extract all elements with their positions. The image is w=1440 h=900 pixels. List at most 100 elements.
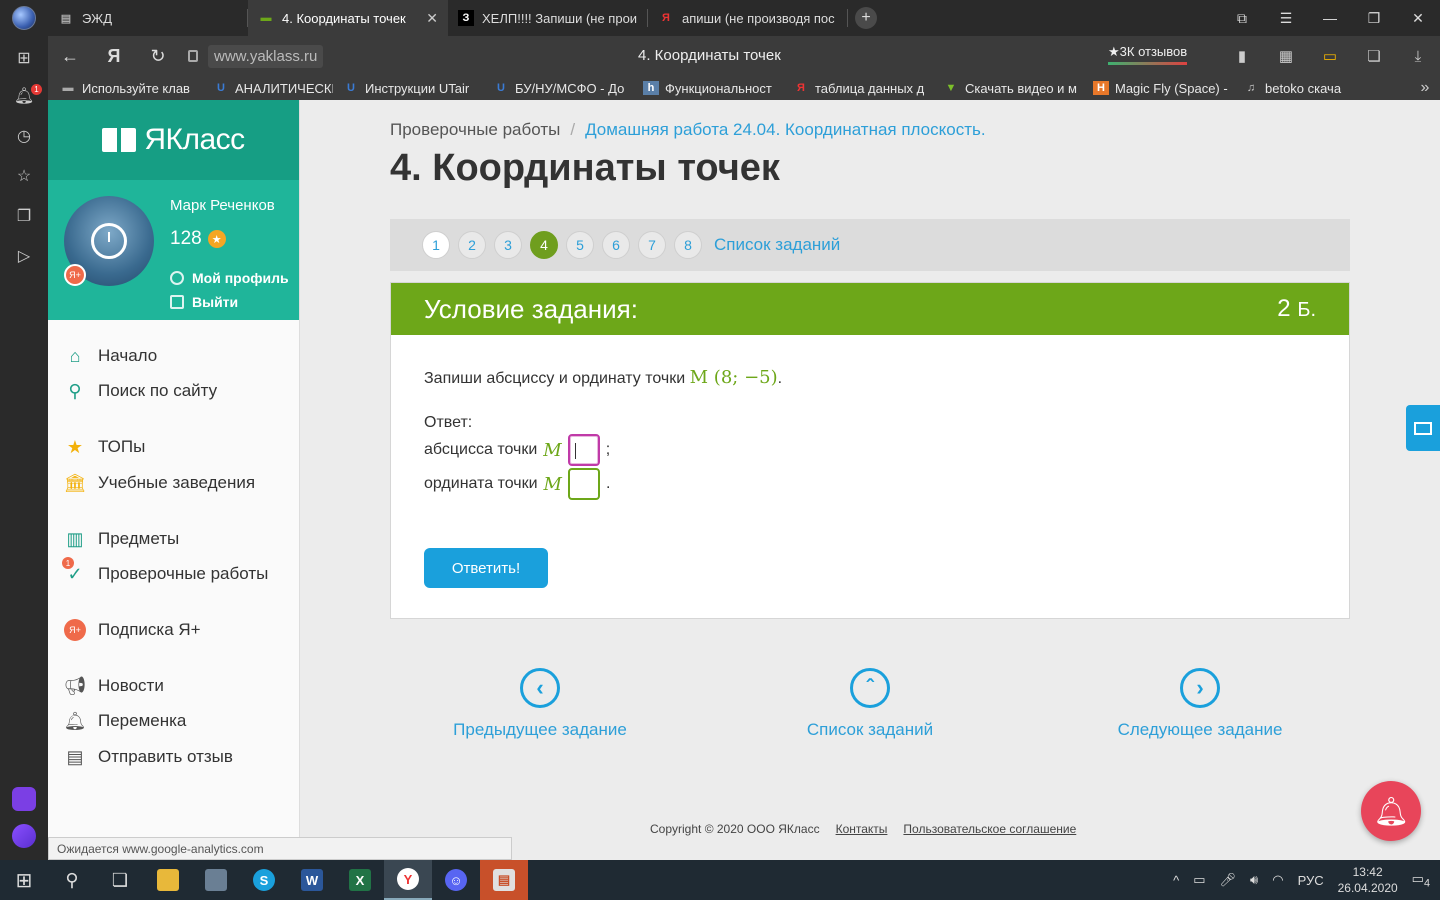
apps-grid-icon[interactable]: ⊞	[12, 46, 36, 70]
bookmark-item[interactable]: ▬ Используйте клав	[60, 81, 203, 96]
menu-item-subscription[interactable]: Я+ Подписка Я+	[64, 619, 201, 641]
menu-item-news[interactable]: 📢︎ Новости	[64, 675, 164, 697]
network-icon[interactable]: ◠	[1272, 872, 1283, 888]
collections-icon[interactable]: ❏	[1352, 36, 1396, 76]
discord-icon[interactable]: ☺	[432, 860, 480, 900]
battery-icon[interactable]: ▭	[1193, 872, 1205, 888]
windows-start-icon[interactable]: ⊞	[0, 860, 48, 900]
bookmark-item[interactable]: ▼ Скачать видео и м	[943, 81, 1083, 96]
bookmark-item[interactable]: U БУ/НУ/МСФО - До	[493, 81, 633, 96]
user-name[interactable]: Марк Реченков	[170, 197, 275, 214]
volume-icon[interactable]: 🔊︎	[1250, 872, 1258, 888]
menu-icon[interactable]: ☰	[1264, 0, 1308, 36]
submit-answer-button[interactable]: Ответить!	[424, 548, 548, 588]
reviews-badge[interactable]: ★3К отзывов	[1108, 44, 1188, 65]
menu-item-break[interactable]: 🔔︎ Переменка	[64, 710, 187, 732]
tab-help[interactable]: З ХЕЛП!!!! Запиши (не прои	[448, 0, 648, 36]
download-icon[interactable]: ⤓	[1396, 36, 1440, 76]
chevron-up-icon[interactable]: ˆ	[850, 668, 890, 708]
task-number-4-current[interactable]: 4	[530, 231, 558, 259]
close-window-icon[interactable]: ✕	[1396, 0, 1440, 36]
task-number-1[interactable]: 1	[422, 231, 450, 259]
tab-yandex-search[interactable]: Я апиши (не производя пос	[648, 0, 848, 36]
bookmark-item[interactable]: H Magic Fly (Space) -	[1093, 81, 1233, 96]
search-icon[interactable]: ⚲	[48, 860, 96, 900]
task-list-link[interactable]: Список заданий	[714, 235, 840, 255]
play-icon[interactable]: ▷	[12, 244, 36, 268]
menu-item-home[interactable]: ⌂ Начало	[64, 345, 158, 367]
minimize-icon[interactable]: —	[1308, 0, 1352, 36]
task-view-icon[interactable]: ❏	[96, 860, 144, 900]
previous-task-nav[interactable]: ‹ Предыдущее задание	[430, 668, 650, 740]
alice-icon[interactable]	[12, 824, 36, 848]
url-field[interactable]: www.yaklass.ru	[180, 43, 331, 69]
browser-menu-button[interactable]	[0, 0, 48, 36]
menu-item-tops[interactable]: ★ ТОПы	[64, 436, 145, 458]
ordinate-input[interactable]	[567, 468, 600, 500]
battery-icon[interactable]: ▭	[1308, 36, 1352, 76]
user-agreement-link[interactable]: Пользовательское соглашение	[903, 822, 1076, 836]
action-center-icon[interactable]: ▭4	[1412, 871, 1430, 890]
file-explorer-icon[interactable]	[144, 860, 192, 900]
feedback-tab[interactable]	[1406, 405, 1440, 451]
close-tab-icon[interactable]: ✕	[426, 10, 438, 27]
menu-item-feedback[interactable]: ▤ Отправить отзыв	[64, 746, 232, 768]
next-task-nav[interactable]: › Следующее задание	[1090, 668, 1310, 740]
input-language[interactable]: РУС	[1298, 873, 1324, 888]
messenger-icon[interactable]	[12, 787, 36, 811]
menu-item-subjects[interactable]: ▥ Предметы	[64, 528, 179, 550]
yandex-browser-icon[interactable]: Y	[384, 860, 432, 900]
new-tab-button[interactable]: +	[848, 0, 884, 36]
site-logo[interactable]: ЯКласс	[48, 100, 299, 180]
collections-icon[interactable]: ❐	[12, 204, 36, 228]
next-task-link[interactable]: Следующее задание	[1118, 720, 1283, 740]
logout-link[interactable]: Выйти	[170, 294, 238, 310]
bookmark-item[interactable]: ♫ betoko скача	[1243, 81, 1347, 96]
bookmark-item[interactable]: UАНАЛИТИЧЕСКИЕ	[213, 81, 333, 96]
bookmark-icon[interactable]: ▮	[1220, 36, 1264, 76]
favorites-icon[interactable]: ☆	[12, 164, 36, 188]
chevron-left-icon[interactable]: ‹	[520, 668, 560, 708]
task-number-6[interactable]: 6	[602, 231, 630, 259]
microphone-icon[interactable]: 🎤︎	[1220, 872, 1237, 888]
notifications-bell-button[interactable]: 🔔︎	[1361, 781, 1421, 841]
breadcrumb-current[interactable]: Домашняя работа 24.04. Координатная плос…	[585, 120, 986, 140]
breadcrumb-root[interactable]: Проверочные работы	[390, 120, 560, 140]
task-number-7[interactable]: 7	[638, 231, 666, 259]
menu-item-tests[interactable]: ✓ 1 Проверочные работы	[62, 557, 268, 585]
chevron-up-icon[interactable]: ^	[1173, 873, 1179, 888]
system-clock[interactable]: 13:42 26.04.2020	[1338, 864, 1398, 896]
reload-button[interactable]: ↻	[136, 36, 180, 76]
bookmark-item[interactable]: h Функциональност	[643, 81, 783, 96]
word-icon[interactable]: W	[288, 860, 336, 900]
back-button[interactable]: ←	[48, 36, 92, 76]
skype-icon[interactable]: S	[240, 860, 288, 900]
bookmark-item[interactable]: Ятаблица данных д	[793, 81, 933, 96]
tab-coordinates[interactable]: ▬ 4. Координаты точек ✕	[248, 0, 448, 36]
excel-icon[interactable]: X	[336, 860, 384, 900]
task-list-nav[interactable]: ˆ Список заданий	[760, 668, 980, 740]
bookmarks-more-icon[interactable]: »	[1410, 79, 1440, 97]
extension-icon[interactable]: ▦	[1264, 36, 1308, 76]
tab-ejd[interactable]: ▤ ЭЖД	[48, 0, 248, 36]
reader-icon[interactable]: ▤	[480, 860, 528, 900]
notification-badge: 1	[31, 84, 42, 95]
task-list-bottom-link[interactable]: Список заданий	[807, 720, 933, 740]
maximize-icon[interactable]: ❐	[1352, 0, 1396, 36]
history-icon[interactable]: ◷	[12, 124, 36, 148]
task-number-3[interactable]: 3	[494, 231, 522, 259]
task-number-2[interactable]: 2	[458, 231, 486, 259]
contacts-link[interactable]: Контакты	[836, 822, 888, 836]
app-icon[interactable]	[192, 860, 240, 900]
my-profile-link[interactable]: Мой профиль	[170, 270, 289, 286]
tabs-icon[interactable]: ⧉	[1220, 0, 1264, 36]
bookmark-item[interactable]: U Инструкции UTair	[343, 81, 483, 96]
task-number-8[interactable]: 8	[674, 231, 702, 259]
chevron-right-icon[interactable]: ›	[1180, 668, 1220, 708]
task-number-5[interactable]: 5	[566, 231, 594, 259]
abscissa-input[interactable]	[567, 434, 600, 466]
menu-item-search[interactable]: ⚲ Поиск по сайту	[64, 380, 217, 402]
previous-task-link[interactable]: Предыдущее задание	[453, 720, 627, 740]
menu-item-schools[interactable]: 🏛︎ Учебные заведения	[64, 472, 256, 494]
yandex-home-button[interactable]: Я	[92, 36, 136, 76]
